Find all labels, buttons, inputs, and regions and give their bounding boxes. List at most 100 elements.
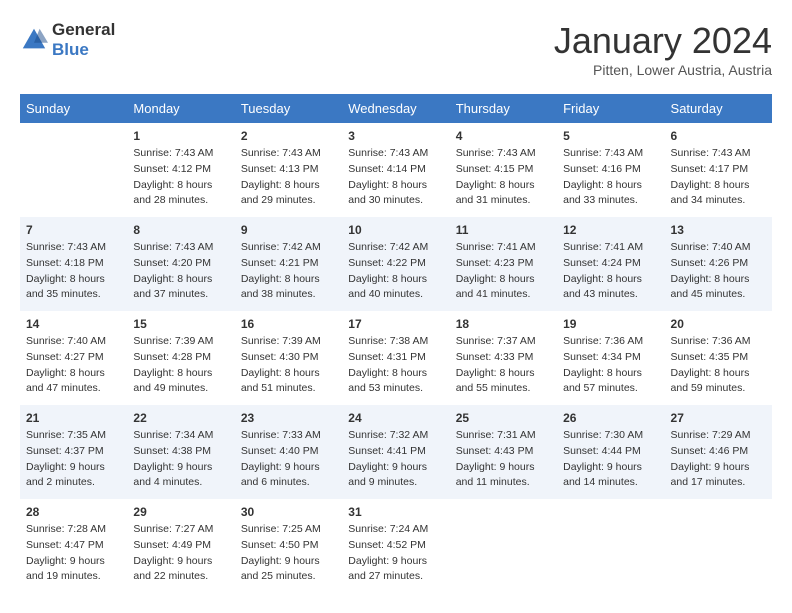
calendar-cell: 16Sunrise: 7:39 AMSunset: 4:30 PMDayligh… xyxy=(235,311,342,405)
day-number: 13 xyxy=(671,223,766,237)
day-number: 14 xyxy=(26,317,121,331)
day-number: 16 xyxy=(241,317,336,331)
day-number: 24 xyxy=(348,411,443,425)
day-number: 17 xyxy=(348,317,443,331)
day-number: 31 xyxy=(348,505,443,519)
logo: General Blue xyxy=(20,20,115,60)
calendar-header: SundayMondayTuesdayWednesdayThursdayFrid… xyxy=(20,94,772,123)
page-header: General Blue January 2024 Pitten, Lower … xyxy=(20,20,772,78)
day-detail: Sunrise: 7:43 AMSunset: 4:15 PMDaylight:… xyxy=(456,146,551,209)
calendar-cell: 31 Sunrise: 7:24 AMSunset: 4:52 PMDayligh… xyxy=(342,499,449,593)
calendar-cell: 10 Sunrise: 7:42 AMSunset: 4:22 PMDayligh… xyxy=(342,217,449,311)
calendar-cell: 24Sunrise: 7:32 AMSunset: 4:41 PMDayligh… xyxy=(342,405,449,499)
calendar-cell: 9 Sunrise: 7:42 AMSunset: 4:21 PMDaylight… xyxy=(235,217,342,311)
day-detail: Sunrise: 7:43 AMSunset: 4:13 PMDaylight:… xyxy=(241,146,336,209)
day-detail: Sunrise: 7:43 AMSunset: 4:14 PMDaylight:… xyxy=(348,146,443,209)
week-row-3: 21 Sunrise: 7:35 AMSunset: 4:37 PMDayligh… xyxy=(20,405,772,499)
weekday-header-monday: Monday xyxy=(127,94,234,123)
logo-icon xyxy=(20,26,48,54)
weekday-header-sunday: Sunday xyxy=(20,94,127,123)
weekday-header-friday: Friday xyxy=(557,94,664,123)
day-detail: Sunrise: 7:36 AMSunset: 4:34 PMDaylight:… xyxy=(563,334,658,397)
calendar-cell: 7Sunrise: 7:43 AMSunset: 4:18 PMDaylight… xyxy=(20,217,127,311)
calendar-cell: 19 Sunrise: 7:36 AMSunset: 4:34 PMDayligh… xyxy=(557,311,664,405)
day-number: 26 xyxy=(563,411,658,425)
day-number: 20 xyxy=(671,317,766,331)
day-number: 9 xyxy=(241,223,336,237)
day-detail: Sunrise: 7:43 AMSunset: 4:16 PMDaylight:… xyxy=(563,146,658,209)
day-detail: Sunrise: 7:40 AMSunset: 4:26 PMDaylight:… xyxy=(671,240,766,303)
calendar-subtitle: Pitten, Lower Austria, Austria xyxy=(554,62,772,78)
calendar-cell: 27Sunrise: 7:29 AMSunset: 4:46 PMDayligh… xyxy=(665,405,772,499)
week-row-1: 7Sunrise: 7:43 AMSunset: 4:18 PMDaylight… xyxy=(20,217,772,311)
day-number: 23 xyxy=(241,411,336,425)
calendar-cell: 12 Sunrise: 7:41 AMSunset: 4:24 PMDayligh… xyxy=(557,217,664,311)
day-number: 6 xyxy=(671,129,766,143)
weekday-header-row: SundayMondayTuesdayWednesdayThursdayFrid… xyxy=(20,94,772,123)
weekday-header-thursday: Thursday xyxy=(450,94,557,123)
title-block: January 2024 Pitten, Lower Austria, Aust… xyxy=(554,20,772,78)
calendar-body: 1 Sunrise: 7:43 AMSunset: 4:12 PMDaylight… xyxy=(20,123,772,593)
day-number: 4 xyxy=(456,129,551,143)
day-detail: Sunrise: 7:42 AMSunset: 4:21 PMDaylight:… xyxy=(241,240,336,303)
day-detail: Sunrise: 7:39 AMSunset: 4:28 PMDaylight:… xyxy=(133,334,228,397)
calendar-cell xyxy=(450,499,557,593)
day-detail: Sunrise: 7:37 AMSunset: 4:33 PMDaylight:… xyxy=(456,334,551,397)
day-detail: Sunrise: 7:43 AMSunset: 4:17 PMDaylight:… xyxy=(671,146,766,209)
day-detail: Sunrise: 7:36 AMSunset: 4:35 PMDaylight:… xyxy=(671,334,766,397)
calendar-cell: 29Sunrise: 7:27 AMSunset: 4:49 PMDayligh… xyxy=(127,499,234,593)
calendar-cell: 13 Sunrise: 7:40 AMSunset: 4:26 PMDayligh… xyxy=(665,217,772,311)
day-detail: Sunrise: 7:24 AMSunset: 4:52 PMDaylight:… xyxy=(348,522,443,585)
calendar-cell: 14 Sunrise: 7:40 AMSunset: 4:27 PMDayligh… xyxy=(20,311,127,405)
logo-text: General Blue xyxy=(52,20,115,60)
calendar-cell: 18 Sunrise: 7:37 AMSunset: 4:33 PMDayligh… xyxy=(450,311,557,405)
weekday-header-saturday: Saturday xyxy=(665,94,772,123)
calendar-cell: 20 Sunrise: 7:36 AMSunset: 4:35 PMDayligh… xyxy=(665,311,772,405)
day-number: 21 xyxy=(26,411,121,425)
day-detail: Sunrise: 7:41 AMSunset: 4:23 PMDaylight:… xyxy=(456,240,551,303)
day-detail: Sunrise: 7:42 AMSunset: 4:22 PMDaylight:… xyxy=(348,240,443,303)
calendar-cell: 11Sunrise: 7:41 AMSunset: 4:23 PMDayligh… xyxy=(450,217,557,311)
day-detail: Sunrise: 7:31 AMSunset: 4:43 PMDaylight:… xyxy=(456,428,551,491)
calendar-cell: 1 Sunrise: 7:43 AMSunset: 4:12 PMDaylight… xyxy=(127,123,234,217)
calendar-cell: 26 Sunrise: 7:30 AMSunset: 4:44 PMDayligh… xyxy=(557,405,664,499)
day-detail: Sunrise: 7:40 AMSunset: 4:27 PMDaylight:… xyxy=(26,334,121,397)
day-detail: Sunrise: 7:33 AMSunset: 4:40 PMDaylight:… xyxy=(241,428,336,491)
day-number: 1 xyxy=(133,129,228,143)
day-detail: Sunrise: 7:38 AMSunset: 4:31 PMDaylight:… xyxy=(348,334,443,397)
calendar-cell: 30 Sunrise: 7:25 AMSunset: 4:50 PMDayligh… xyxy=(235,499,342,593)
calendar-cell: 15 Sunrise: 7:39 AMSunset: 4:28 PMDayligh… xyxy=(127,311,234,405)
day-number: 7 xyxy=(26,223,121,237)
day-number: 2 xyxy=(241,129,336,143)
weekday-header-wednesday: Wednesday xyxy=(342,94,449,123)
weekday-header-tuesday: Tuesday xyxy=(235,94,342,123)
day-number: 12 xyxy=(563,223,658,237)
day-detail: Sunrise: 7:35 AMSunset: 4:37 PMDaylight:… xyxy=(26,428,121,491)
day-number: 15 xyxy=(133,317,228,331)
day-detail: Sunrise: 7:41 AMSunset: 4:24 PMDaylight:… xyxy=(563,240,658,303)
day-number: 27 xyxy=(671,411,766,425)
day-detail: Sunrise: 7:34 AMSunset: 4:38 PMDaylight:… xyxy=(133,428,228,491)
calendar-title: January 2024 xyxy=(554,20,772,62)
day-number: 18 xyxy=(456,317,551,331)
calendar-cell xyxy=(665,499,772,593)
day-number: 19 xyxy=(563,317,658,331)
calendar-cell: 8 Sunrise: 7:43 AMSunset: 4:20 PMDaylight… xyxy=(127,217,234,311)
day-number: 10 xyxy=(348,223,443,237)
calendar-table: SundayMondayTuesdayWednesdayThursdayFrid… xyxy=(20,94,772,593)
calendar-cell: 28Sunrise: 7:28 AMSunset: 4:47 PMDayligh… xyxy=(20,499,127,593)
day-number: 3 xyxy=(348,129,443,143)
day-detail: Sunrise: 7:43 AMSunset: 4:20 PMDaylight:… xyxy=(133,240,228,303)
day-number: 30 xyxy=(241,505,336,519)
day-detail: Sunrise: 7:25 AMSunset: 4:50 PMDaylight:… xyxy=(241,522,336,585)
calendar-cell: 23 Sunrise: 7:33 AMSunset: 4:40 PMDayligh… xyxy=(235,405,342,499)
day-number: 28 xyxy=(26,505,121,519)
week-row-4: 28Sunrise: 7:28 AMSunset: 4:47 PMDayligh… xyxy=(20,499,772,593)
calendar-cell: 4 Sunrise: 7:43 AMSunset: 4:15 PMDaylight… xyxy=(450,123,557,217)
calendar-cell: 17 Sunrise: 7:38 AMSunset: 4:31 PMDayligh… xyxy=(342,311,449,405)
day-detail: Sunrise: 7:30 AMSunset: 4:44 PMDaylight:… xyxy=(563,428,658,491)
day-number: 8 xyxy=(133,223,228,237)
day-detail: Sunrise: 7:43 AMSunset: 4:12 PMDaylight:… xyxy=(133,146,228,209)
day-number: 29 xyxy=(133,505,228,519)
calendar-cell: 6 Sunrise: 7:43 AMSunset: 4:17 PMDaylight… xyxy=(665,123,772,217)
